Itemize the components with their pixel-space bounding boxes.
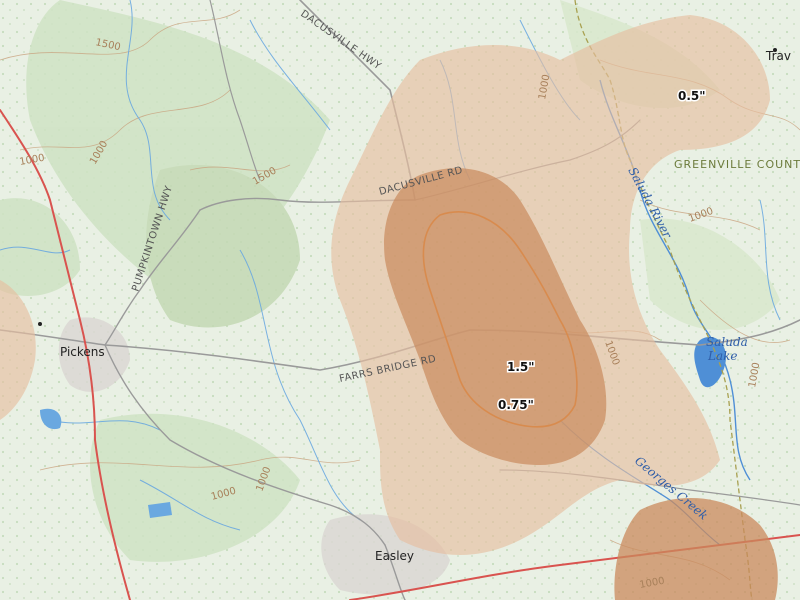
hail-label-0-75: 0.75" [498, 398, 534, 412]
hail-swath-map[interactable]: DACUSVILLE HWY DACUSVILLE RD PUMPKINTOWN… [0, 0, 800, 600]
hail-label-0-5: 0.5" [678, 89, 706, 103]
pickens-small-marker [38, 322, 42, 326]
saluda-lake-label-1: Saluda [706, 335, 748, 349]
city-label-easley: Easley [375, 549, 414, 563]
saluda-lake-label-2: Lake [707, 349, 738, 363]
city-label-pickens: Pickens [60, 345, 105, 359]
county-label: GREENVILLE COUNT [674, 158, 800, 171]
map-canvas: DACUSVILLE HWY DACUSVILLE RD PUMPKINTOWN… [0, 0, 800, 600]
city-label-travelers-rest: Trav [765, 49, 791, 63]
hail-label-1-5: 1.5" [507, 360, 535, 374]
